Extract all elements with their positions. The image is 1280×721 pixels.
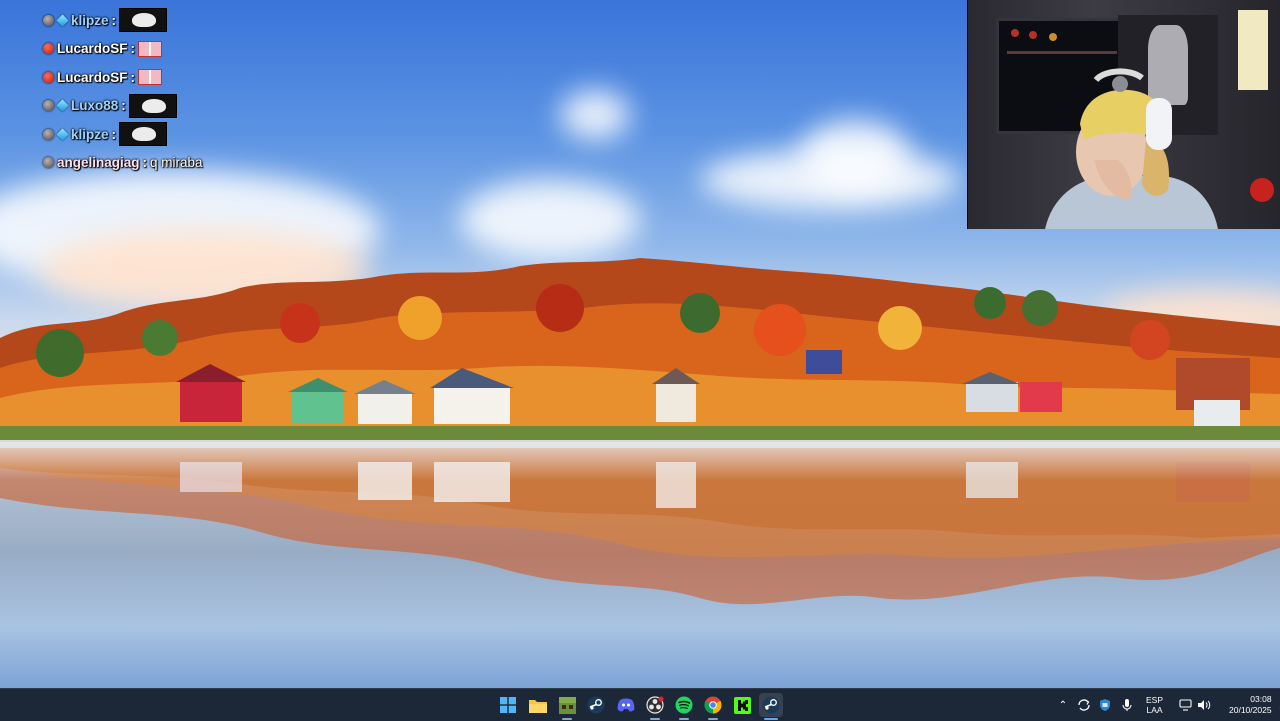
wallpaper-cloud xyxy=(800,120,910,190)
clock-time: 03:08 xyxy=(1250,694,1272,704)
steam-icon xyxy=(587,696,605,714)
chat-message: LucardoSF: xyxy=(40,35,340,64)
mod-badge-icon xyxy=(43,128,54,140)
taskbar-discord[interactable] xyxy=(614,693,638,717)
ghost-emote xyxy=(119,122,168,147)
subscriber-badge-icon xyxy=(56,128,69,141)
input-language-indicator[interactable]: ESP LAA xyxy=(1146,695,1163,715)
autumn-treeline xyxy=(0,258,1280,448)
wallpaper-cloud xyxy=(460,180,640,260)
obs-icon xyxy=(646,696,664,714)
discord-icon xyxy=(617,698,635,712)
chat-username: klipze xyxy=(71,126,109,142)
minecraft-icon xyxy=(558,696,576,714)
taskbar-obs[interactable] xyxy=(643,693,667,720)
taskbar-minecraft[interactable] xyxy=(555,693,579,720)
taskbar-clock[interactable]: 03:08 20/10/2025 xyxy=(1229,694,1272,716)
chat-username: LucardoSF xyxy=(57,69,128,85)
mod-badge-icon xyxy=(43,14,54,26)
taskbar-kick[interactable] xyxy=(730,693,754,717)
file-explorer-icon xyxy=(529,699,547,713)
chat-message: Luxo88: xyxy=(40,92,340,121)
mod-badge-icon xyxy=(43,157,54,169)
vip-badge-icon xyxy=(43,71,54,83)
clock-date: 20/10/2025 xyxy=(1229,705,1272,715)
vip-badge-icon xyxy=(43,43,54,55)
start-button[interactable] xyxy=(496,693,520,717)
streamer-person xyxy=(1045,68,1218,229)
webcam-overlay xyxy=(967,0,1280,229)
subscriber-badge-icon xyxy=(56,99,69,112)
chat-username: Luxo88 xyxy=(71,98,119,114)
windows-taskbar: ⌃ ESP LAA 03:08 20/10/2025 xyxy=(0,688,1280,721)
mod-badge-icon xyxy=(43,100,54,112)
chrome-icon xyxy=(704,696,722,714)
ghost-emote xyxy=(119,8,168,33)
windows-start-icon xyxy=(500,697,516,713)
ghost-emote xyxy=(128,93,177,118)
chat-message: klipze: xyxy=(40,120,340,149)
webcam-red-object xyxy=(1250,178,1274,202)
chat-message-text: q miraba xyxy=(150,155,203,171)
volume-icon[interactable] xyxy=(1197,699,1211,711)
taskbar-spotify[interactable] xyxy=(672,693,696,720)
chat-username: LucardoSF xyxy=(57,41,128,57)
chat-message: klipze: xyxy=(40,6,340,35)
language-code: ESP xyxy=(1146,695,1164,705)
chat-username: angelinagiag xyxy=(57,155,140,171)
wallpaper-cloud xyxy=(560,90,630,140)
chat-message: LucardoSF: xyxy=(40,63,340,92)
webcam-wall-poster xyxy=(1238,10,1268,90)
taskbar-file-explorer[interactable] xyxy=(526,693,550,717)
taskbar-chrome[interactable] xyxy=(701,693,725,720)
spotify-icon xyxy=(675,696,693,714)
kick-icon xyxy=(733,696,751,714)
subscriber-badge-icon xyxy=(56,14,69,27)
lake-mist xyxy=(0,440,1280,480)
system-tray: ⌃ ESP LAA 03:08 20/10/2025 xyxy=(1056,689,1280,721)
cat-emote xyxy=(138,40,163,57)
chat-username: klipze xyxy=(71,12,109,28)
taskbar-steam-active[interactable] xyxy=(759,693,783,720)
taskbar-steam[interactable] xyxy=(584,693,608,717)
show-hidden-icons-chevron-icon[interactable]: ⌃ xyxy=(1056,695,1070,715)
chat-message: angelinagiag: q miraba xyxy=(40,149,340,178)
network-icon[interactable] xyxy=(1179,699,1193,711)
microphone-icon[interactable] xyxy=(1122,698,1132,712)
keyboard-layout-code: LAA xyxy=(1146,705,1163,715)
cat-emote xyxy=(138,69,163,86)
sync-icon[interactable] xyxy=(1077,698,1091,712)
steam-active-icon xyxy=(762,696,780,714)
security-shield-icon[interactable] xyxy=(1098,698,1112,712)
stream-chat-overlay: klipze: LucardoSF: LucardoSF: Luxo88: kl… xyxy=(40,6,340,177)
